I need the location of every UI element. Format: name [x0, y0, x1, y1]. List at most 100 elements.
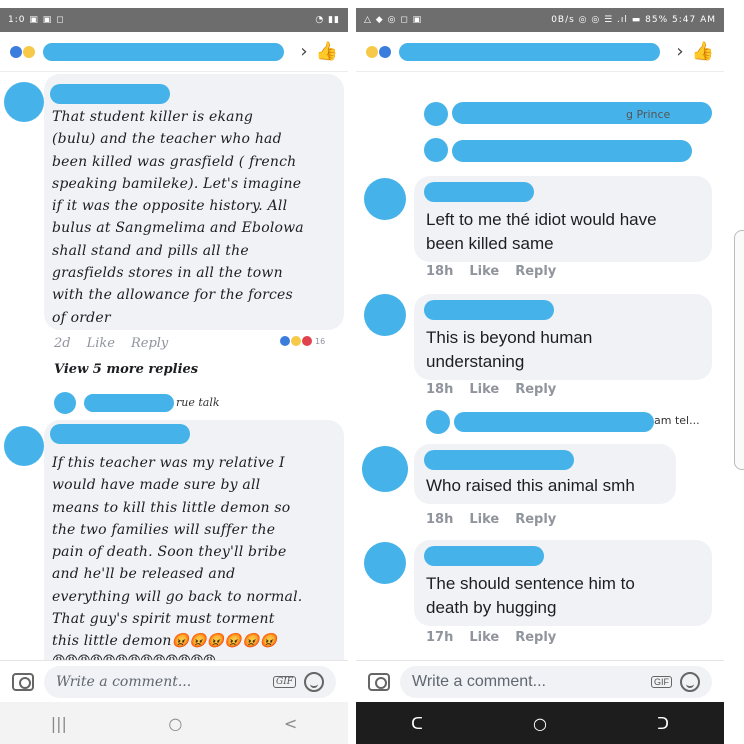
status-bar: 1:0 ▣ ▣ ◻ ◔ ▮▮: [0, 8, 348, 32]
reply-link[interactable]: Reply: [515, 630, 556, 645]
redacted-author[interactable]: [424, 182, 534, 202]
comment-bubble: Left to me thé idiot would have been kil…: [414, 176, 712, 262]
home-button[interactable]: ○: [533, 714, 547, 733]
avatar[interactable]: [426, 410, 450, 434]
avatar[interactable]: [424, 138, 448, 162]
chevron-right-icon[interactable]: ›: [300, 42, 307, 61]
reply-link[interactable]: Reply: [515, 382, 556, 397]
reply-link[interactable]: Reply: [515, 512, 556, 527]
reply-preview[interactable]: am tel...: [654, 414, 700, 427]
haha-reaction-icon: [366, 45, 378, 58]
like-link[interactable]: Like: [469, 264, 499, 279]
gif-icon[interactable]: GIF: [273, 675, 296, 688]
comment-bubble: Who raised this animal smh: [414, 444, 676, 504]
avatar[interactable]: [54, 392, 76, 414]
camera-icon[interactable]: [12, 672, 34, 691]
reply-link[interactable]: Reply: [515, 264, 556, 279]
comment-composer: Write a comment... GIF: [0, 660, 348, 702]
comment-bubble: If this teacher was my relative I would …: [44, 420, 344, 680]
status-icons-right: ◔ ▮▮: [315, 15, 340, 25]
comment-input[interactable]: Write a comment... GIF: [400, 665, 712, 698]
system-nav-bar: ᑕ ○ ᑐ: [356, 702, 724, 744]
comment-text: If this teacher was my relative I would …: [52, 455, 303, 650]
comment-text: This is beyond human understaning: [426, 328, 593, 371]
like-link[interactable]: Like: [469, 382, 499, 397]
post-header: › 👍: [0, 32, 348, 72]
reply-link[interactable]: Reply: [131, 336, 168, 351]
right-phone-screen: △ ◆ ◎ ◻ ▣ 0B/s ◎ ◎ ☰ .ıl ▬ 85% 5:47 AM ›…: [356, 8, 724, 744]
comment-placeholder: Write a comment...: [412, 672, 546, 690]
like-link[interactable]: Like: [469, 512, 499, 527]
comment-text: Left to me thé idiot would have been kil…: [426, 210, 657, 253]
camera-icon[interactable]: [368, 672, 390, 691]
redacted-author[interactable]: [424, 546, 544, 566]
comments-list: That student killer is ekang (bulu) and …: [0, 72, 348, 680]
like-link[interactable]: Like: [87, 336, 115, 351]
comment-placeholder: Write a comment...: [56, 673, 192, 690]
redacted-reply-author[interactable]: [452, 102, 712, 124]
recent-apps-button[interactable]: ᑕ: [411, 714, 423, 733]
redacted-reply-author[interactable]: [454, 412, 654, 432]
status-icons-left: 1:0 ▣ ▣ ◻: [8, 15, 65, 25]
redacted-author[interactable]: [424, 300, 554, 320]
comment-time: 18h: [426, 264, 454, 279]
reply-preview[interactable]: g Prince: [626, 108, 670, 121]
view-more-replies-link[interactable]: View 5 more replies: [54, 362, 198, 377]
reply-preview[interactable]: rue talk: [176, 396, 220, 409]
comment-time: 18h: [426, 382, 454, 397]
comment-meta: 17h Like Reply: [426, 630, 556, 645]
emoji-icon[interactable]: [304, 671, 324, 692]
redacted-author[interactable]: [50, 84, 170, 104]
reaction-summary[interactable]: [10, 45, 35, 58]
post-header: › 👍: [356, 32, 724, 72]
comment-meta: 18h Like Reply: [426, 382, 556, 397]
avatar[interactable]: [362, 446, 408, 492]
avatar[interactable]: [364, 542, 406, 584]
redacted-author[interactable]: [50, 424, 190, 444]
reaction-count: 16: [315, 336, 326, 346]
redacted-author[interactable]: [424, 450, 574, 470]
avatar[interactable]: [4, 426, 44, 466]
comment-composer: Write a comment... GIF: [356, 660, 724, 702]
status-icons-right: 0B/s ◎ ◎ ☰ .ıl ▬ 85% 5:47 AM: [551, 15, 716, 25]
home-button[interactable]: ○: [168, 714, 182, 733]
like-reaction-icon: [10, 45, 22, 58]
like-reaction-icon: [280, 336, 290, 346]
comment-meta: 18h Like Reply: [426, 264, 556, 279]
angry-reaction-icon: [302, 336, 312, 346]
status-bar: △ ◆ ◎ ◻ ▣ 0B/s ◎ ◎ ☰ .ıl ▬ 85% 5:47 AM: [356, 8, 724, 32]
redacted-reply-author[interactable]: [84, 394, 174, 412]
redacted-names: [399, 42, 661, 61]
comment-input[interactable]: Write a comment... GIF: [44, 665, 336, 698]
avatar[interactable]: [364, 294, 406, 336]
comment-reactions[interactable]: 16: [280, 336, 325, 346]
redacted-reply-author[interactable]: [452, 140, 692, 162]
gif-icon[interactable]: GIF: [651, 675, 672, 688]
thumbs-up-icon[interactable]: 👍: [316, 42, 338, 61]
avatar[interactable]: [4, 82, 44, 122]
back-button[interactable]: ᑐ: [657, 714, 669, 733]
comment-meta: 2d Like Reply: [54, 336, 168, 351]
comment-text: The should sentence him to death by hugg…: [426, 574, 635, 617]
thumbs-up-icon[interactable]: 👍: [692, 42, 714, 61]
system-nav-bar: ||| ○ <: [0, 702, 348, 744]
comment-time: 2d: [54, 336, 71, 351]
comment-time: 18h: [426, 512, 454, 527]
chevron-right-icon[interactable]: ›: [676, 42, 683, 61]
status-icons-left: △ ◆ ◎ ◻ ▣: [364, 15, 423, 25]
haha-reaction-icon: [23, 45, 35, 58]
comment-text: That student killer is ekang (bulu) and …: [52, 109, 304, 326]
like-link[interactable]: Like: [469, 630, 499, 645]
back-button[interactable]: <: [284, 714, 297, 733]
reaction-summary[interactable]: [366, 45, 391, 58]
comments-list: g Prince Left to me thé idiot would have…: [356, 72, 724, 660]
recent-apps-button[interactable]: |||: [51, 714, 67, 733]
left-phone-screen: 1:0 ▣ ▣ ◻ ◔ ▮▮ › 👍 That student killer i…: [0, 8, 348, 744]
like-reaction-icon: [379, 45, 391, 58]
comment-text: Who raised this animal smh: [426, 476, 635, 495]
avatar[interactable]: [364, 178, 406, 220]
comment-bubble: That student killer is ekang (bulu) and …: [44, 74, 344, 330]
emoji-icon[interactable]: [680, 671, 700, 692]
avatar[interactable]: [424, 102, 448, 126]
edge-panel-handle[interactable]: [734, 230, 744, 470]
